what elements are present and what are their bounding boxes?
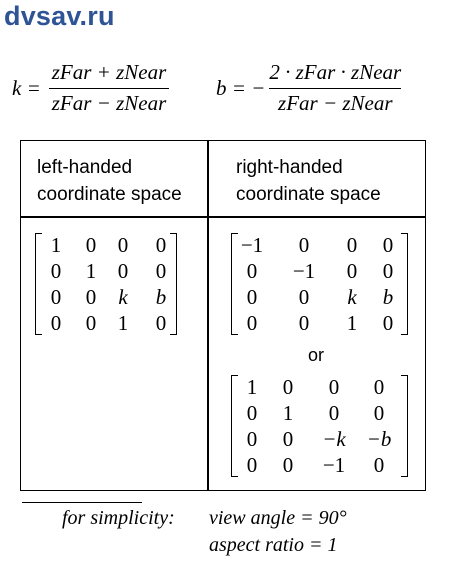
matrix-cell: 0 xyxy=(246,427,258,451)
formula-k-numerator: zFar + zNear xyxy=(51,60,167,84)
header-left-handed: left-handed coordinate space xyxy=(37,154,182,208)
formula-k-fraction: zFar + zNear zFar − zNear xyxy=(48,60,170,115)
matrix-cell: 0 xyxy=(155,259,167,283)
matrix-cell: b xyxy=(382,285,394,309)
matrix-cell: 0 xyxy=(117,259,129,283)
matrix-cell: 0 xyxy=(50,285,62,309)
matrix-cell: k xyxy=(347,285,357,309)
matrix-cell: 0 xyxy=(373,401,385,425)
matrix-cell: 0 xyxy=(328,375,340,399)
matrix-cell: 1 xyxy=(282,401,294,425)
matrix-cell: b xyxy=(155,285,167,309)
matrix-cell: 0 xyxy=(246,285,258,309)
matrix-left-bracket xyxy=(35,233,42,335)
matrix-cell: 0 xyxy=(117,233,129,257)
right-handed-matrix-2: 1 0 0 0 0 1 0 0 0 0 −k −b 0 0 −1 0 xyxy=(231,375,408,477)
matrix-cell: 0 xyxy=(155,233,167,257)
fraction-bar xyxy=(48,88,170,89)
header-left-line-1: left-handed xyxy=(37,157,133,178)
matrix-cell: 0 xyxy=(85,311,97,335)
matrix-cell: 0 xyxy=(373,453,385,477)
formula-b: b = − 2 · zFar · zNear zFar − zNear xyxy=(216,60,402,115)
note-view-angle: view angle = 90° xyxy=(209,507,347,529)
table-header-divider xyxy=(20,216,426,218)
formula-b-fraction: 2 · zFar · zNear zFar − zNear xyxy=(269,60,402,115)
fraction-bar xyxy=(269,88,402,89)
note-aspect-ratio: aspect ratio = 1 xyxy=(209,534,338,556)
matrix-cell: 0 xyxy=(373,375,385,399)
matrix-cell: 0 xyxy=(246,401,258,425)
matrix-cell: 0 xyxy=(298,233,310,257)
formula-b-denominator: zFar − zNear xyxy=(278,91,393,115)
matrix-cell: k xyxy=(118,285,128,309)
header-right-line-2: coordinate space xyxy=(236,184,381,205)
right-handed-matrix-1: −1 0 0 0 0 −1 0 0 0 0 k b 0 0 1 0 xyxy=(231,233,408,335)
matrix-cell: 0 xyxy=(298,285,310,309)
matrix-cell: 0 xyxy=(382,259,394,283)
matrix-cell: 0 xyxy=(50,311,62,335)
note-prefix: for simplicity: xyxy=(62,507,175,529)
matrix-cell: 0 xyxy=(50,259,62,283)
matrix-cell: 0 xyxy=(246,311,258,335)
matrix-cell: 1 xyxy=(50,233,62,257)
formula-k: k = zFar + zNear zFar − zNear xyxy=(12,60,170,115)
matrix-cell: −1 xyxy=(292,259,316,283)
matrix-cell: 0 xyxy=(85,233,97,257)
header-left-line-2: coordinate space xyxy=(37,184,182,205)
matrix-cell: 0 xyxy=(382,311,394,335)
formula-k-denominator: zFar − zNear xyxy=(51,91,167,115)
matrix-cell: 0 xyxy=(282,375,294,399)
matrix-cell: 1 xyxy=(246,375,258,399)
matrix-cell: −k xyxy=(322,427,346,451)
or-text: or xyxy=(308,345,325,365)
matrix-cell: −b xyxy=(366,427,392,451)
matrix-cell: 0 xyxy=(246,259,258,283)
matrix-cell: 1 xyxy=(346,311,358,335)
header-right-line-1: right-handed xyxy=(236,157,343,178)
formula-k-lhs: k = xyxy=(12,75,41,100)
matrix-right-bracket xyxy=(401,375,408,477)
site-logo: dvsav.ru xyxy=(4,1,115,31)
table-column-divider xyxy=(207,140,209,491)
matrix-cell: 0 xyxy=(298,311,310,335)
matrix-cell: 1 xyxy=(117,311,129,335)
matrix-cell: 0 xyxy=(346,259,358,283)
matrix-cell: 0 xyxy=(246,453,258,477)
formula-b-lhs: b = − xyxy=(216,75,266,100)
formula-b-numerator: 2 · zFar · zNear xyxy=(269,60,402,84)
matrix-cell: 0 xyxy=(282,453,294,477)
matrix-cell: 0 xyxy=(382,233,394,257)
matrix-cell: −1 xyxy=(322,453,346,477)
matrix-cell: 0 xyxy=(85,285,97,309)
left-handed-matrix: 1000010000kb0010 xyxy=(35,233,177,335)
matrix-cell: 0 xyxy=(282,427,294,451)
matrix-cell: −1 xyxy=(240,233,264,257)
matrix-cell: 1 xyxy=(85,259,97,283)
matrix-cell: 0 xyxy=(346,233,358,257)
matrix-cell: 0 xyxy=(155,311,167,335)
matrix-cell: 0 xyxy=(328,401,340,425)
footnote-rule xyxy=(22,502,142,503)
header-right-handed: right-handed coordinate space xyxy=(236,154,381,208)
